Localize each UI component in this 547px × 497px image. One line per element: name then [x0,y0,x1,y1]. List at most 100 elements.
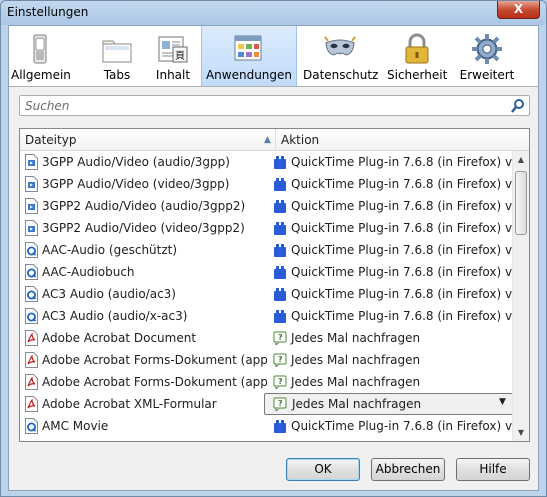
quicktime-file-icon [25,242,38,258]
tab-label: Erweitert [459,68,515,82]
tab-label: Allgemein [11,68,71,82]
file-type-label: AC3 Audio (audio/ac3) [42,287,176,301]
cancel-button[interactable]: Abbrechen [371,458,445,481]
file-type-label: Adobe Acrobat Document [42,331,197,345]
tab-sicherheit[interactable]: Sicherheit [387,26,447,86]
action-label: QuickTime Plug-in 7.6.8 (in Firefox) ver… [291,309,530,323]
close-button[interactable]: X [497,1,540,19]
quicktime-file-icon [25,308,38,324]
file-type-label: Adobe Acrobat Forms-Dokument (appli... [42,375,267,389]
plugin-icon [273,177,287,191]
plugin-icon [273,287,287,301]
tabs-icon [102,40,132,63]
sort-ascending-icon: ▲ [264,135,271,145]
list-item[interactable]: AAC-Audiobuch QuickTime Plug-in 7.6.8 (in… [20,261,530,283]
plugin-icon [273,309,287,323]
category-toolbar: Allgemein Tabs 頁 Inhalt Anwendungen Date… [9,26,538,87]
action-label: QuickTime Plug-in 7.6.8 (in Firefox) ver… [291,287,530,301]
column-header-type[interactable]: Dateityp [25,133,76,147]
list-item[interactable]: 3GPP2 Audio/Video (video/3gpp2) QuickTime… [20,217,530,239]
search-placeholder: Suchen [25,99,70,113]
scroll-down-icon[interactable]: ▼ [513,424,529,441]
tab-label: Sicherheit [387,68,448,82]
search-icon[interactable] [510,98,526,114]
file-type-list: Dateityp ▲ Aktion 3GPP Audio/Video (audi… [19,128,530,442]
media-file-icon [25,198,38,214]
plugin-icon [273,243,287,257]
ask-icon: ? [273,375,287,391]
svg-text:?: ? [278,377,283,386]
list-header: Dateityp ▲ Aktion [20,129,529,151]
file-type-label: Adobe Acrobat Forms-Dokument (appli... [42,353,267,367]
list-item[interactable]: AAC-Audio (geschützt) QuickTime Plug-in 7… [20,239,530,261]
window-title: Einstellungen [7,5,89,19]
tab-inhalt[interactable]: 頁 Inhalt [150,26,196,86]
action-label: QuickTime Plug-in 7.6.8 (in Firefox) ver… [291,221,530,235]
file-type-label: AAC-Audio (geschützt) [42,243,178,257]
help-button[interactable]: Hilfe [456,458,530,481]
action-label: QuickTime Plug-in 7.6.8 (in Firefox) ver… [291,243,530,257]
vertical-scrollbar[interactable]: ▲ ▼ [512,151,529,441]
list-item[interactable]: Adobe Acrobat Document? Jedes Mal nachfra… [20,327,514,349]
file-type-label: AMC Movie [42,419,109,433]
tab-anwendungen[interactable]: Anwendungen [201,26,297,86]
dialog-content: Allgemein Tabs 頁 Inhalt Anwendungen Date… [8,25,539,491]
media-file-icon [25,220,38,236]
plugin-icon [273,221,287,235]
action-label: QuickTime Plug-in 7.6.8 (in Firefox) ver… [291,265,530,279]
mask-icon [324,36,356,56]
content-icon: 頁 [158,36,188,63]
ok-button[interactable]: OK [286,458,360,481]
action-label: Jedes Mal nachfragen [291,375,421,389]
action-label: QuickTime Plug-in 7.6.8 (in Firefox) ver… [291,199,530,213]
tab-allgemein[interactable]: Allgemein [11,26,71,86]
list-item[interactable]: AC3 Audio (audio/ac3) QuickTime Plug-in 7… [20,283,530,305]
quicktime-file-icon [25,264,38,280]
plugin-icon [273,265,287,279]
media-file-icon [25,176,38,192]
list-item[interactable]: 3GPP Audio/Video (audio/3gpp) QuickTime P… [20,151,530,173]
pdf-file-icon [25,352,38,368]
ask-icon: ? [273,397,287,413]
list-item[interactable]: Adobe Acrobat Forms-Dokument (appli...? J… [20,349,514,371]
file-type-label: 3GPP2 Audio/Video (audio/3gpp2) [42,199,246,213]
action-label: Jedes Mal nachfragen [291,353,421,367]
list-item[interactable]: 3GPP2 Audio/Video (audio/3gpp2) QuickTime… [20,195,530,217]
file-type-label: AC3 Audio (audio/x-ac3) [42,309,188,323]
ask-icon: ? [273,331,287,347]
tab-erweitert[interactable]: Erweitert [456,26,518,86]
action-label: QuickTime Plug-in 7.6.8 (in Firefox) ver… [291,155,530,169]
action-label: QuickTime Plug-in 7.6.8 (in Firefox) ver… [291,419,530,433]
ask-icon: ? [273,353,287,369]
tab-label: Inhalt [155,68,191,82]
switch-icon [33,34,47,64]
list-item[interactable]: Adobe Acrobat XML-Formular ▼? Jedes Mal na… [20,393,516,415]
svg-text:頁: 頁 [175,50,185,62]
tab-tabs[interactable]: Tabs [93,26,141,86]
file-type-label: 3GPP Audio/Video (video/3gpp) [42,177,230,191]
preferences-window: Einstellungen X Allgemein Tabs 頁 Inhalt … [0,0,547,497]
tab-datenschutz[interactable]: Datenschutz [303,26,378,86]
pdf-file-icon [25,330,38,346]
list-item[interactable]: Adobe Acrobat Forms-Dokument (appli...? J… [20,371,514,393]
column-header-action[interactable]: Aktion [281,133,319,147]
action-label: Jedes Mal nachfragen [291,331,421,345]
list-item[interactable]: AC3 Audio (audio/x-ac3) QuickTime Plug-in… [20,305,530,327]
padlock-icon [405,33,429,64]
file-type-label: 3GPP2 Audio/Video (video/3gpp2) [42,221,245,235]
svg-text:?: ? [278,355,283,364]
quicktime-file-icon [25,286,38,302]
scroll-up-icon[interactable]: ▲ [513,151,529,168]
file-type-label: AAC-Audiobuch [42,265,135,279]
title-bar[interactable]: Einstellungen X [1,1,546,25]
search-input[interactable]: Suchen [19,95,530,116]
media-file-icon [25,154,38,170]
pdf-file-icon [25,374,38,390]
plugin-icon [273,199,287,213]
svg-text:?: ? [278,333,283,342]
column-divider[interactable] [275,129,276,151]
scroll-thumb[interactable] [515,171,527,235]
tab-label: Tabs [103,68,131,82]
list-item[interactable]: AMC Movie QuickTime Plug-in 7.6.8 (in Fir… [20,415,530,437]
list-item[interactable]: 3GPP Audio/Video (video/3gpp) QuickTime P… [20,173,529,195]
